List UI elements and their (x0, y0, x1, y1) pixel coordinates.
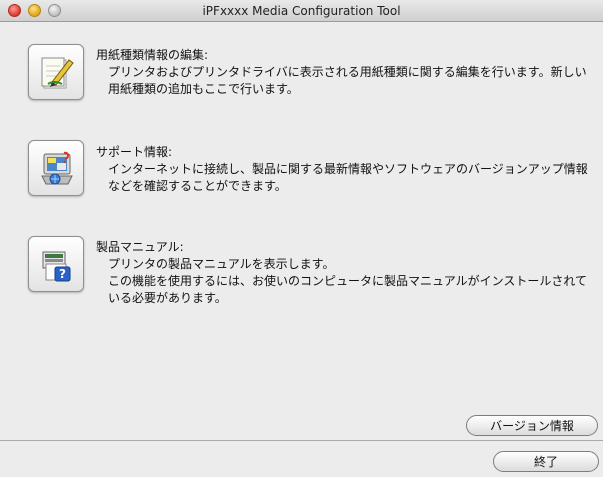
title-bar: iPFxxxx Media Configuration Tool (0, 0, 603, 22)
footer-divider (0, 440, 603, 441)
version-info-button[interactable]: バージョン情報 (466, 415, 598, 436)
quit-button[interactable]: 終了 (493, 451, 599, 472)
support-info-description: インターネットに接続し、製品に関する最新情報やソフトウェアのバージョンアップ情報… (108, 162, 588, 193)
window-title: iPFxxxx Media Configuration Tool (202, 4, 401, 18)
paper-edit-icon (41, 57, 74, 89)
product-manual-button[interactable]: ? (28, 236, 84, 292)
support-info-button[interactable] (28, 140, 84, 196)
manual-help-icon: ? (42, 251, 71, 282)
edit-media-type-button[interactable] (28, 44, 84, 100)
media-edit-description: プリンタおよびプリンタドライバに表示される用紙種類に関する編集を行います。新しい… (108, 65, 587, 96)
product-manual-description: プリンタの製品マニュアルを表示します。 この機能を使用するには、お使いのコンピュ… (108, 257, 588, 305)
main-window: iPFxxxx Media Configuration Tool 用紙種類情報の… (0, 0, 603, 477)
svg-text:?: ? (59, 267, 66, 281)
support-info-title: サポート情報: (96, 145, 173, 159)
media-edit-title: 用紙種類情報の編集: (96, 48, 209, 62)
support-info-icon (41, 151, 73, 185)
product-manual-title: 製品マニュアル: (96, 240, 184, 254)
